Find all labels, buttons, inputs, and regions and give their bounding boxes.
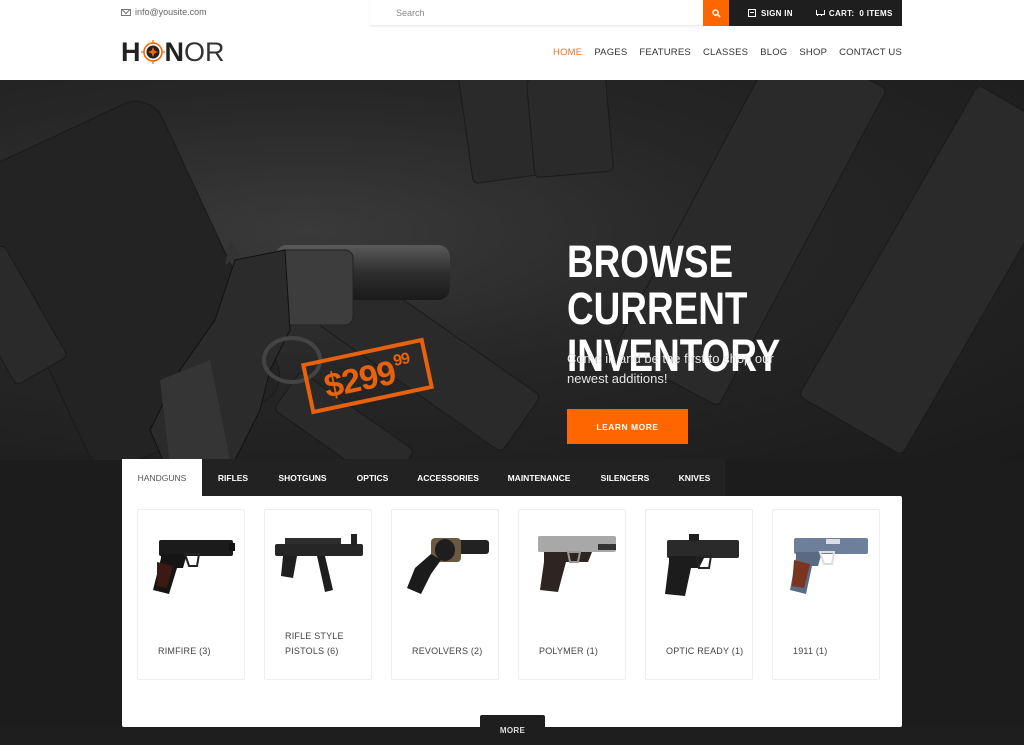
pistol-1911-black-icon	[140, 518, 244, 608]
cart-label: CART: 0 ITEMS	[828, 8, 893, 18]
product-panel: RIMFIRE (3) RIFLE STYLE PISTOLS (6) REVO…	[122, 496, 902, 727]
search-box	[370, 0, 704, 26]
nav-shop[interactable]: SHOP	[799, 47, 827, 58]
hero-title-line-1: BROWSE CURRENT	[567, 236, 748, 334]
category-card-rimfire[interactable]: RIMFIRE (3)	[137, 509, 245, 680]
main-nav: HOME PAGES FEATURES CLASSES BLOG SHOP CO…	[553, 47, 902, 58]
category-label: 1911 (1)	[793, 646, 828, 656]
revolver-image	[149, 240, 450, 460]
contact-email[interactable]: info@yousite.com	[121, 7, 207, 17]
optic-ready-pistol-icon	[648, 518, 752, 608]
search-input[interactable]	[370, 0, 704, 25]
hero-subtitle: Come in and be the first to shop our new…	[567, 351, 774, 386]
tab-handguns[interactable]: HANDGUNS	[122, 459, 202, 496]
cart-icon	[815, 9, 825, 17]
tab-shotguns[interactable]: SHOTGUNS	[264, 459, 341, 496]
category-label: RIMFIRE (3)	[158, 646, 211, 656]
logo-letters-or: OR	[184, 36, 225, 67]
category-label: OPTIC READY (1)	[666, 646, 744, 656]
price-cents: 99	[391, 350, 411, 371]
tab-silencers[interactable]: SILENCERS	[586, 459, 664, 496]
sign-in-link[interactable]: SIGN IN	[748, 9, 793, 18]
tab-accessories[interactable]: ACCESSORIES	[404, 459, 492, 496]
category-label: POLYMER (1)	[539, 646, 599, 656]
tab-rifles[interactable]: RIFLES	[202, 459, 264, 496]
nav-home[interactable]: HOME	[553, 47, 582, 58]
polymer-pistol-icon	[521, 518, 625, 608]
sign-in-icon	[748, 9, 756, 17]
category-label: RIFLE STYLE PISTOLS (6)	[285, 631, 344, 656]
revolver-icon	[394, 518, 498, 608]
nav-contact-us[interactable]: CONTACT US	[839, 47, 902, 58]
tab-knives[interactable]: KNIVES	[664, 459, 725, 496]
category-card-revolvers[interactable]: REVOLVERS (2)	[391, 509, 499, 680]
logo[interactable]: H N OR	[121, 37, 225, 67]
nav-blog[interactable]: BLOG	[760, 47, 787, 58]
tab-maintenance[interactable]: MAINTENANCE	[492, 459, 586, 496]
email-text: info@yousite.com	[135, 7, 207, 17]
cart-link[interactable]: CART: 0 ITEMS	[815, 9, 893, 18]
category-card-optic-ready[interactable]: OPTIC READY (1)	[645, 509, 753, 680]
nav-pages[interactable]: PAGES	[594, 47, 627, 58]
category-label: REVOLVERS (2)	[412, 646, 483, 656]
category-card-1911[interactable]: 1911 (1)	[772, 509, 880, 680]
pistol-1911-blue-icon	[775, 518, 879, 608]
learn-more-button[interactable]: LEARN MORE	[567, 409, 688, 444]
category-tabs: HANDGUNS RIFLES SHOTGUNS OPTICS ACCESSOR…	[122, 459, 725, 496]
site-header: H N OR HOME PAGES FEATURES CLASSES BLOG …	[0, 28, 1024, 80]
category-card-polymer[interactable]: POLYMER (1)	[518, 509, 626, 680]
logo-letter-h: H	[121, 36, 141, 67]
more-button[interactable]: MORE	[480, 715, 545, 745]
account-bar: SIGN IN CART: 0 ITEMS	[729, 0, 902, 26]
smg-pistol-icon	[267, 518, 371, 608]
top-bar: info@yousite.com SIGN IN CART: 0 ITEMS	[0, 0, 1024, 28]
logo-letter-n: N	[164, 36, 185, 67]
search-button[interactable]	[703, 0, 729, 26]
tab-optics[interactable]: OPTICS	[341, 459, 404, 496]
mail-icon	[121, 8, 131, 16]
nav-classes[interactable]: CLASSES	[703, 47, 748, 58]
hero-slider: $299 99 BROWSE CURRENT INVENTORY Come in …	[0, 80, 1024, 460]
category-card-rifle-style-pistols[interactable]: RIFLE STYLE PISTOLS (6)	[264, 509, 372, 680]
sign-in-label: SIGN IN	[761, 8, 793, 18]
category-cards: RIMFIRE (3) RIFLE STYLE PISTOLS (6) REVO…	[137, 509, 880, 680]
magazine-image	[525, 80, 615, 179]
crosshair-icon	[140, 40, 165, 64]
nav-features[interactable]: FEATURES	[639, 47, 691, 58]
search-icon	[711, 8, 721, 18]
